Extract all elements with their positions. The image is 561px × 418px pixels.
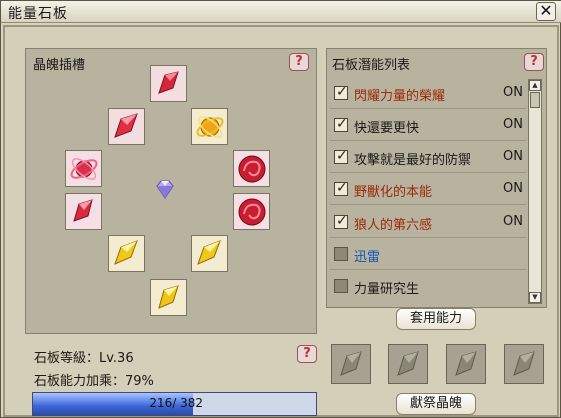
slot-lower-right[interactable] [191, 235, 228, 272]
progress-text: 216/ 382 [149, 396, 203, 410]
crystal-silhouette-icon [397, 351, 419, 376]
crystal-silhouette-icon [340, 351, 362, 376]
yellow-crystal-icon [197, 240, 221, 265]
window-title: 能量石板 [8, 6, 68, 22]
list-item[interactable]: 閃耀力量的榮耀 ON [330, 79, 526, 109]
slot-lower-left[interactable] [108, 235, 145, 272]
checkbox[interactable] [334, 116, 348, 132]
pink-orbit-icon [70, 158, 98, 180]
potential-label: 快還要更快 [354, 121, 420, 136]
slot-top[interactable] [150, 65, 187, 102]
list-item[interactable]: 迅雷 [330, 240, 526, 270]
offering-slot[interactable] [388, 344, 428, 384]
slot-upper-right[interactable] [191, 108, 228, 145]
checkbox[interactable] [334, 213, 348, 229]
slot-upper-left[interactable] [108, 108, 145, 145]
red-swirl-icon [238, 198, 266, 226]
list-item[interactable]: 力量研究生 [330, 272, 526, 302]
list-item[interactable]: 野獸化的本能 ON [330, 175, 526, 205]
potential-status: ON [503, 149, 523, 164]
offering-slot[interactable] [504, 344, 544, 384]
list-item[interactable]: 狼人的第六感 ON [330, 208, 526, 238]
center-diamond-icon [156, 180, 174, 199]
list-item[interactable]: 快還要更快 ON [330, 111, 526, 141]
checkbox[interactable] [334, 247, 348, 261]
slot-right-upper[interactable] [233, 150, 270, 187]
close-button[interactable]: ✕ [536, 2, 556, 21]
slot-panel-title: 晶魄插槽 [33, 58, 86, 73]
scroll-down-arrow-icon[interactable]: ▼ [529, 292, 541, 303]
title-bar[interactable]: 能量石板 ✕ [1, 1, 561, 23]
crystal-silhouette-icon [455, 351, 477, 376]
potential-label: 力量研究生 [354, 282, 420, 297]
stats-help-button[interactable]: ? [297, 345, 317, 363]
slot-right-lower[interactable] [233, 193, 270, 230]
experience-progress-bar: 216/ 382 [32, 392, 317, 416]
apply-ability-button[interactable]: 套用能力 [396, 308, 476, 330]
red-crystal-icon [158, 71, 179, 94]
potential-label: 攻擊就是最好的防禦 [354, 153, 472, 168]
potential-label: 迅雷 [354, 250, 381, 265]
list-item[interactable]: 攻擊就是最好的防禦 ON [330, 143, 526, 173]
list-panel-title: 石板潛能列表 [332, 58, 411, 73]
potential-status: ON [503, 117, 523, 132]
potential-status: ON [503, 181, 523, 196]
potential-label: 閃耀力量的榮耀 [354, 89, 446, 104]
slot-bottom[interactable] [150, 279, 187, 316]
potential-list: 閃耀力量的榮耀 ON 快還要更快 ON 攻擊就是最好的防禦 ON 野獸化的本能 … [330, 79, 526, 304]
potential-label: 狼人的第六感 [354, 218, 433, 233]
potential-status: ON [503, 214, 523, 229]
red-swirl-icon [238, 155, 266, 183]
scroll-up-arrow-icon[interactable]: ▲ [529, 80, 541, 91]
tablet-bonus: 石板能力加乘：79% [34, 374, 154, 389]
stone-tablet-window: 能量石板 ✕ 晶魄插槽 ? 石板潛能列表 ? ✓ 閃耀力量的榮耀 ON ✓ 快還… [0, 0, 561, 418]
list-scrollbar[interactable]: ▲ ▼ [528, 79, 542, 304]
red-sparkle-crystal-icon [73, 199, 95, 222]
potential-status: ON [503, 85, 523, 100]
offering-slot[interactable] [331, 344, 371, 384]
offer-crystal-button[interactable]: 獻祭晶魄 [396, 393, 476, 415]
checkbox[interactable] [334, 148, 348, 164]
offering-slot[interactable] [446, 344, 486, 384]
potential-list-panel: 石板潛能列表 ? 閃耀力量的榮耀 ON 快還要更快 ON 攻擊就是最好的防禦 O… [326, 48, 547, 308]
gold-orbit-icon [196, 116, 224, 138]
checkbox[interactable] [334, 180, 348, 196]
yellow-crystal-icon [114, 240, 138, 265]
red-crystal-icon [114, 113, 138, 138]
slot-left-upper[interactable] [65, 150, 102, 187]
checkbox[interactable] [334, 84, 348, 100]
tablet-level: 石板等級：Lv.36 [34, 351, 134, 366]
scroll-thumb[interactable] [530, 92, 540, 108]
potential-label: 野獸化的本能 [354, 185, 433, 200]
crystal-silhouette-icon [513, 351, 535, 376]
checkbox[interactable] [334, 279, 348, 293]
slot-help-button[interactable]: ? [289, 53, 309, 71]
list-help-button[interactable]: ? [524, 53, 544, 71]
yellow-crystal-icon [158, 285, 179, 309]
slot-left-lower[interactable] [65, 193, 102, 230]
